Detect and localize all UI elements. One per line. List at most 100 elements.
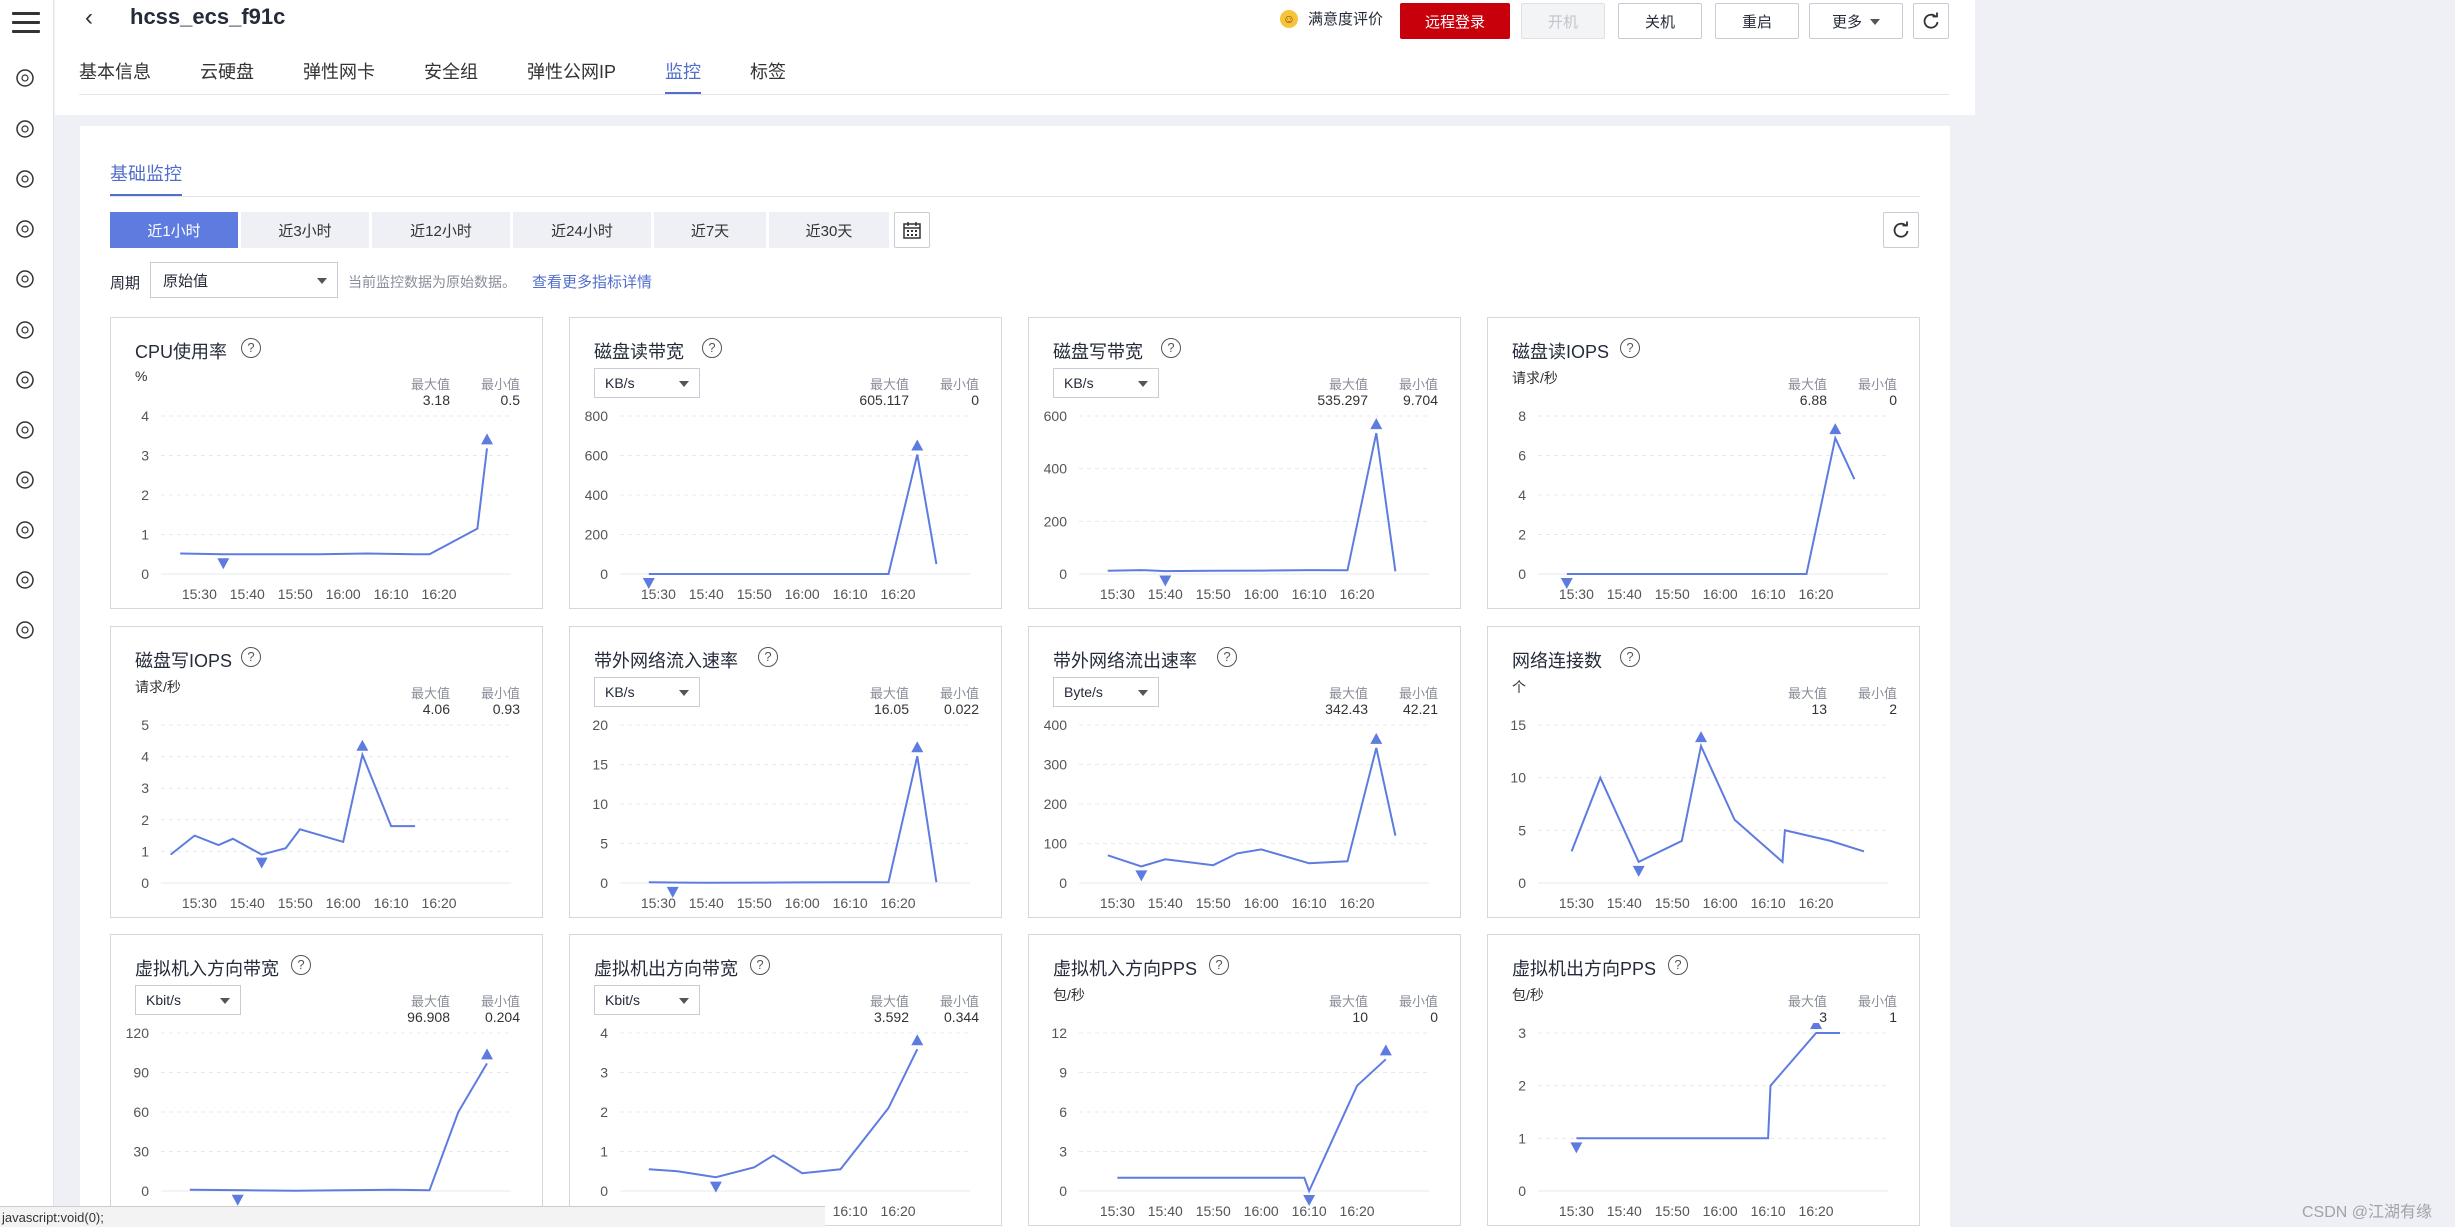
x-tick-label: 16:20 (1799, 895, 1834, 911)
unit-select[interactable]: Byte/s (1053, 677, 1159, 707)
cloud-sync-icon[interactable] (13, 418, 37, 442)
cloud-server-icon[interactable] (13, 66, 37, 90)
max-label: 最大值 (1787, 686, 1827, 701)
chart-title: 虚拟机入方向PPS (1053, 959, 1198, 979)
sub-tab-divider (110, 196, 1920, 197)
x-tick-label: 15:50 (737, 586, 772, 602)
period-select[interactable]: 原始值 (150, 262, 338, 298)
satisfaction-link[interactable]: ☺ 满意度评价 (1280, 8, 1383, 29)
tab-0[interactable]: 基本信息 (79, 58, 151, 94)
unit-select[interactable]: KB/s (594, 677, 700, 707)
refresh-icon (1893, 221, 1909, 238)
x-tick-label: 15:50 (1655, 1203, 1690, 1219)
range-button-4[interactable]: 近7天 (654, 212, 766, 248)
help-icon[interactable]: ? (1161, 338, 1181, 358)
shutdown-button[interactable]: 关机 (1618, 3, 1702, 39)
unit-select[interactable]: KB/s (1053, 368, 1159, 398)
help-icon[interactable]: ? (758, 647, 778, 667)
x-tick-label: 16:20 (422, 895, 457, 911)
x-tick-label: 16:10 (833, 895, 868, 911)
cloud-outline-icon[interactable] (13, 318, 37, 342)
x-tick-label: 15:30 (182, 895, 217, 911)
range-button-3[interactable]: 近24小时 (513, 212, 651, 248)
y-tick-label: 3 (1059, 1144, 1067, 1160)
y-tick-label: 800 (585, 408, 609, 424)
x-tick-label: 15:30 (641, 895, 676, 911)
database-icon[interactable] (13, 167, 37, 191)
help-icon[interactable]: ? (1620, 338, 1640, 358)
help-icon[interactable]: ? (1668, 955, 1688, 975)
help-icon[interactable]: ? (291, 955, 311, 975)
chart-title: 磁盘读带宽 (594, 342, 684, 362)
tab-4[interactable]: 弹性公网IP (527, 58, 616, 94)
y-tick-label: 600 (585, 448, 609, 464)
y-tick-label: 5 (141, 717, 149, 733)
tab-5[interactable]: 监控 (665, 58, 702, 94)
help-icon[interactable]: ? (1217, 647, 1237, 667)
y-tick-label: 10 (592, 796, 608, 812)
x-tick-label: 16:10 (833, 586, 868, 602)
unit-value: KB/s (1064, 375, 1094, 391)
max-label: 最大值 (410, 686, 450, 701)
cloud-upload-icon[interactable] (13, 368, 37, 392)
help-icon[interactable]: ? (241, 338, 261, 358)
remote-login-button[interactable]: 远程登录 (1400, 3, 1510, 39)
min-marker (217, 558, 230, 570)
max-label: 最大值 (1787, 994, 1827, 1009)
tab-1[interactable]: 云硬盘 (200, 58, 254, 94)
start-button[interactable]: 开机 (1521, 3, 1605, 39)
x-tick-label: 16:10 (1751, 895, 1786, 911)
monitor-refresh-button[interactable] (1883, 212, 1919, 248)
line-chart: 0 5 10 15 20 15:30 15:40 15:50 16:00 16:10 16:20 (592, 717, 970, 911)
cluster-icon[interactable] (13, 568, 37, 592)
chart-title: 虚拟机入方向带宽 (135, 959, 279, 979)
tab-6[interactable]: 标签 (750, 58, 786, 94)
tab-2[interactable]: 弹性网卡 (303, 58, 375, 94)
refresh-button[interactable] (1913, 3, 1949, 39)
ip-icon[interactable] (13, 518, 37, 542)
deploy-icon[interactable] (13, 468, 37, 492)
range-button-0[interactable]: 近1小时 (110, 212, 238, 248)
tab-basic-monitor[interactable]: 基础监控 (110, 160, 182, 196)
help-icon[interactable]: ? (750, 955, 770, 975)
metric-card: 磁盘写IOPS? 请求/秒 最大值 最小值 4.06 0.93 0 1 2 3 4 5 15:30 15:… (110, 626, 543, 918)
max-label: 最大值 (1328, 686, 1368, 701)
y-tick-label: 0 (141, 566, 149, 582)
help-icon[interactable]: ? (1620, 647, 1640, 667)
unit-select[interactable]: KB/s (594, 368, 700, 398)
help-icon[interactable]: ? (1209, 955, 1229, 975)
network-icon[interactable] (13, 217, 37, 241)
restart-button[interactable]: 重启 (1715, 3, 1799, 39)
sidebar (0, 0, 54, 1227)
satisfaction-label: 满意度评价 (1308, 11, 1384, 28)
help-icon[interactable]: ? (241, 647, 261, 667)
globe-icon[interactable] (13, 618, 37, 642)
help-icon[interactable]: ? (702, 338, 722, 358)
storage-icon[interactable] (13, 267, 37, 291)
menu-icon[interactable] (12, 12, 40, 34)
range-button-5[interactable]: 近30天 (769, 212, 889, 248)
y-tick-label: 0 (1059, 566, 1067, 582)
x-tick-label: 15:30 (641, 586, 676, 602)
range-button-1[interactable]: 近3小时 (241, 212, 369, 248)
chart-title: CPU使用率 (135, 342, 228, 362)
min-marker (255, 857, 268, 869)
x-tick-label: 16:20 (1799, 586, 1834, 602)
x-tick-label: 15:30 (1100, 1203, 1135, 1219)
y-tick-label: 0 (600, 1183, 608, 1199)
more-dropdown[interactable]: 更多 (1809, 3, 1903, 39)
more-metrics-link[interactable]: 查看更多指标详情 (532, 271, 652, 292)
chevron-left-icon[interactable]: ‹ (85, 4, 93, 32)
x-tick-label: 15:30 (1100, 895, 1135, 911)
y-tick-label: 3 (1518, 1025, 1526, 1041)
cloud-icon[interactable] (13, 117, 37, 141)
x-tick-label: 15:40 (1148, 586, 1183, 602)
watermark: CSDN @江湖有缘 (2302, 1204, 2433, 1221)
chart-title: 磁盘读IOPS (1512, 342, 1610, 362)
tab-3[interactable]: 安全组 (424, 58, 478, 94)
unit-select[interactable]: Kbit/s (594, 985, 700, 1015)
range-button-2[interactable]: 近12小时 (372, 212, 510, 248)
more-label: 更多 (1831, 13, 1862, 31)
unit-select[interactable]: Kbit/s (135, 985, 241, 1015)
calendar-button[interactable] (894, 212, 930, 248)
